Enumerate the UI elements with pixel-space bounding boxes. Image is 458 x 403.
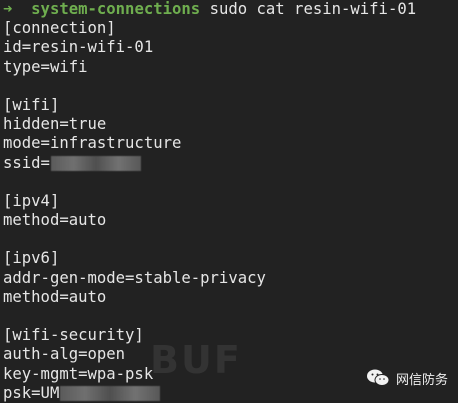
output-line: id=resin-wifi-01 — [3, 38, 154, 57]
output-line: method=auto — [3, 211, 107, 230]
output-line: auth-alg=open — [3, 345, 126, 364]
output-line: addr-gen-mode=stable-privacy — [3, 268, 266, 287]
prompt-arrow-icon: ➜ — [3, 0, 13, 18]
output-line: [connection] — [3, 19, 116, 38]
output-line: [wifi-security] — [3, 326, 144, 345]
wechat-watermark: 网信防务 — [366, 368, 448, 388]
prompt-directory: system-connections — [31, 0, 201, 18]
output-line: [ipv4] — [3, 191, 60, 210]
prompt-line: ➜ system-connections sudo cat resin-wifi… — [3, 0, 458, 19]
ssid-line: ssid= — [3, 154, 458, 173]
wechat-icon — [366, 368, 390, 388]
ssid-key: ssid= — [3, 153, 50, 172]
psk-key: psk=UM — [3, 383, 60, 402]
terminal-output: ➜ system-connections sudo cat resin-wifi… — [3, 0, 458, 403]
output-line: [ipv6] — [3, 249, 60, 268]
output-line: method=auto — [3, 287, 107, 306]
redacted-ssid — [50, 155, 141, 171]
terminal-window[interactable]: ➜ system-connections sudo cat resin-wifi… — [0, 0, 458, 403]
wechat-account-name: 网信防务 — [395, 372, 448, 388]
output-line: mode=infrastructure — [3, 134, 182, 153]
prompt-command: sudo cat resin-wifi-01 — [209, 0, 417, 18]
output-line: [wifi] — [3, 95, 60, 114]
output-line: hidden=true — [3, 115, 107, 134]
output-line: type=wifi — [3, 57, 88, 76]
redacted-psk — [60, 385, 161, 401]
